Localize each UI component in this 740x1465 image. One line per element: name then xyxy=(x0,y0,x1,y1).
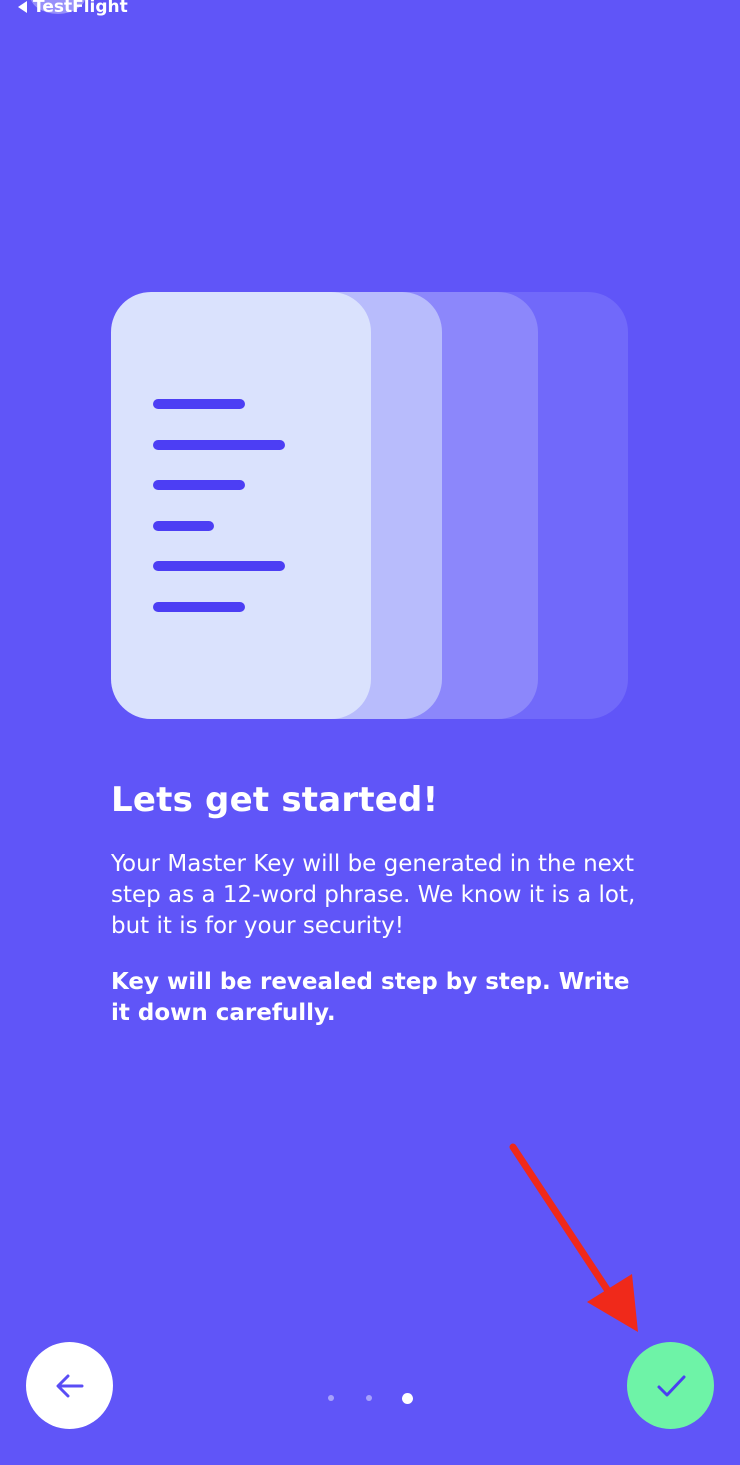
document-card-front xyxy=(111,292,371,719)
page-dot xyxy=(366,1395,372,1401)
testflight-back-label: TestFlight xyxy=(33,0,128,17)
page-title: Lets get started! xyxy=(111,780,439,820)
text-line xyxy=(153,521,214,531)
intro-paragraph: Your Master Key will be generated in the… xyxy=(111,851,636,939)
text-line xyxy=(153,440,285,450)
page-dot-active xyxy=(402,1393,413,1404)
annotation-arrow-icon xyxy=(509,1143,638,1332)
text-line xyxy=(153,561,285,571)
back-button[interactable] xyxy=(26,1342,113,1429)
done-button[interactable] xyxy=(627,1342,714,1429)
text-line xyxy=(153,602,245,612)
back-triangle-icon xyxy=(18,1,27,13)
text-line xyxy=(153,399,245,409)
page-indicator xyxy=(322,1391,418,1407)
testflight-back-link[interactable]: TestFlight xyxy=(18,0,128,20)
checkmark-icon xyxy=(657,1375,685,1396)
page-dot xyxy=(328,1395,334,1401)
arrow-left-icon xyxy=(56,1374,83,1397)
text-line xyxy=(153,480,245,490)
warning-paragraph: Key will be revealed step by step. Write… xyxy=(111,969,630,1026)
